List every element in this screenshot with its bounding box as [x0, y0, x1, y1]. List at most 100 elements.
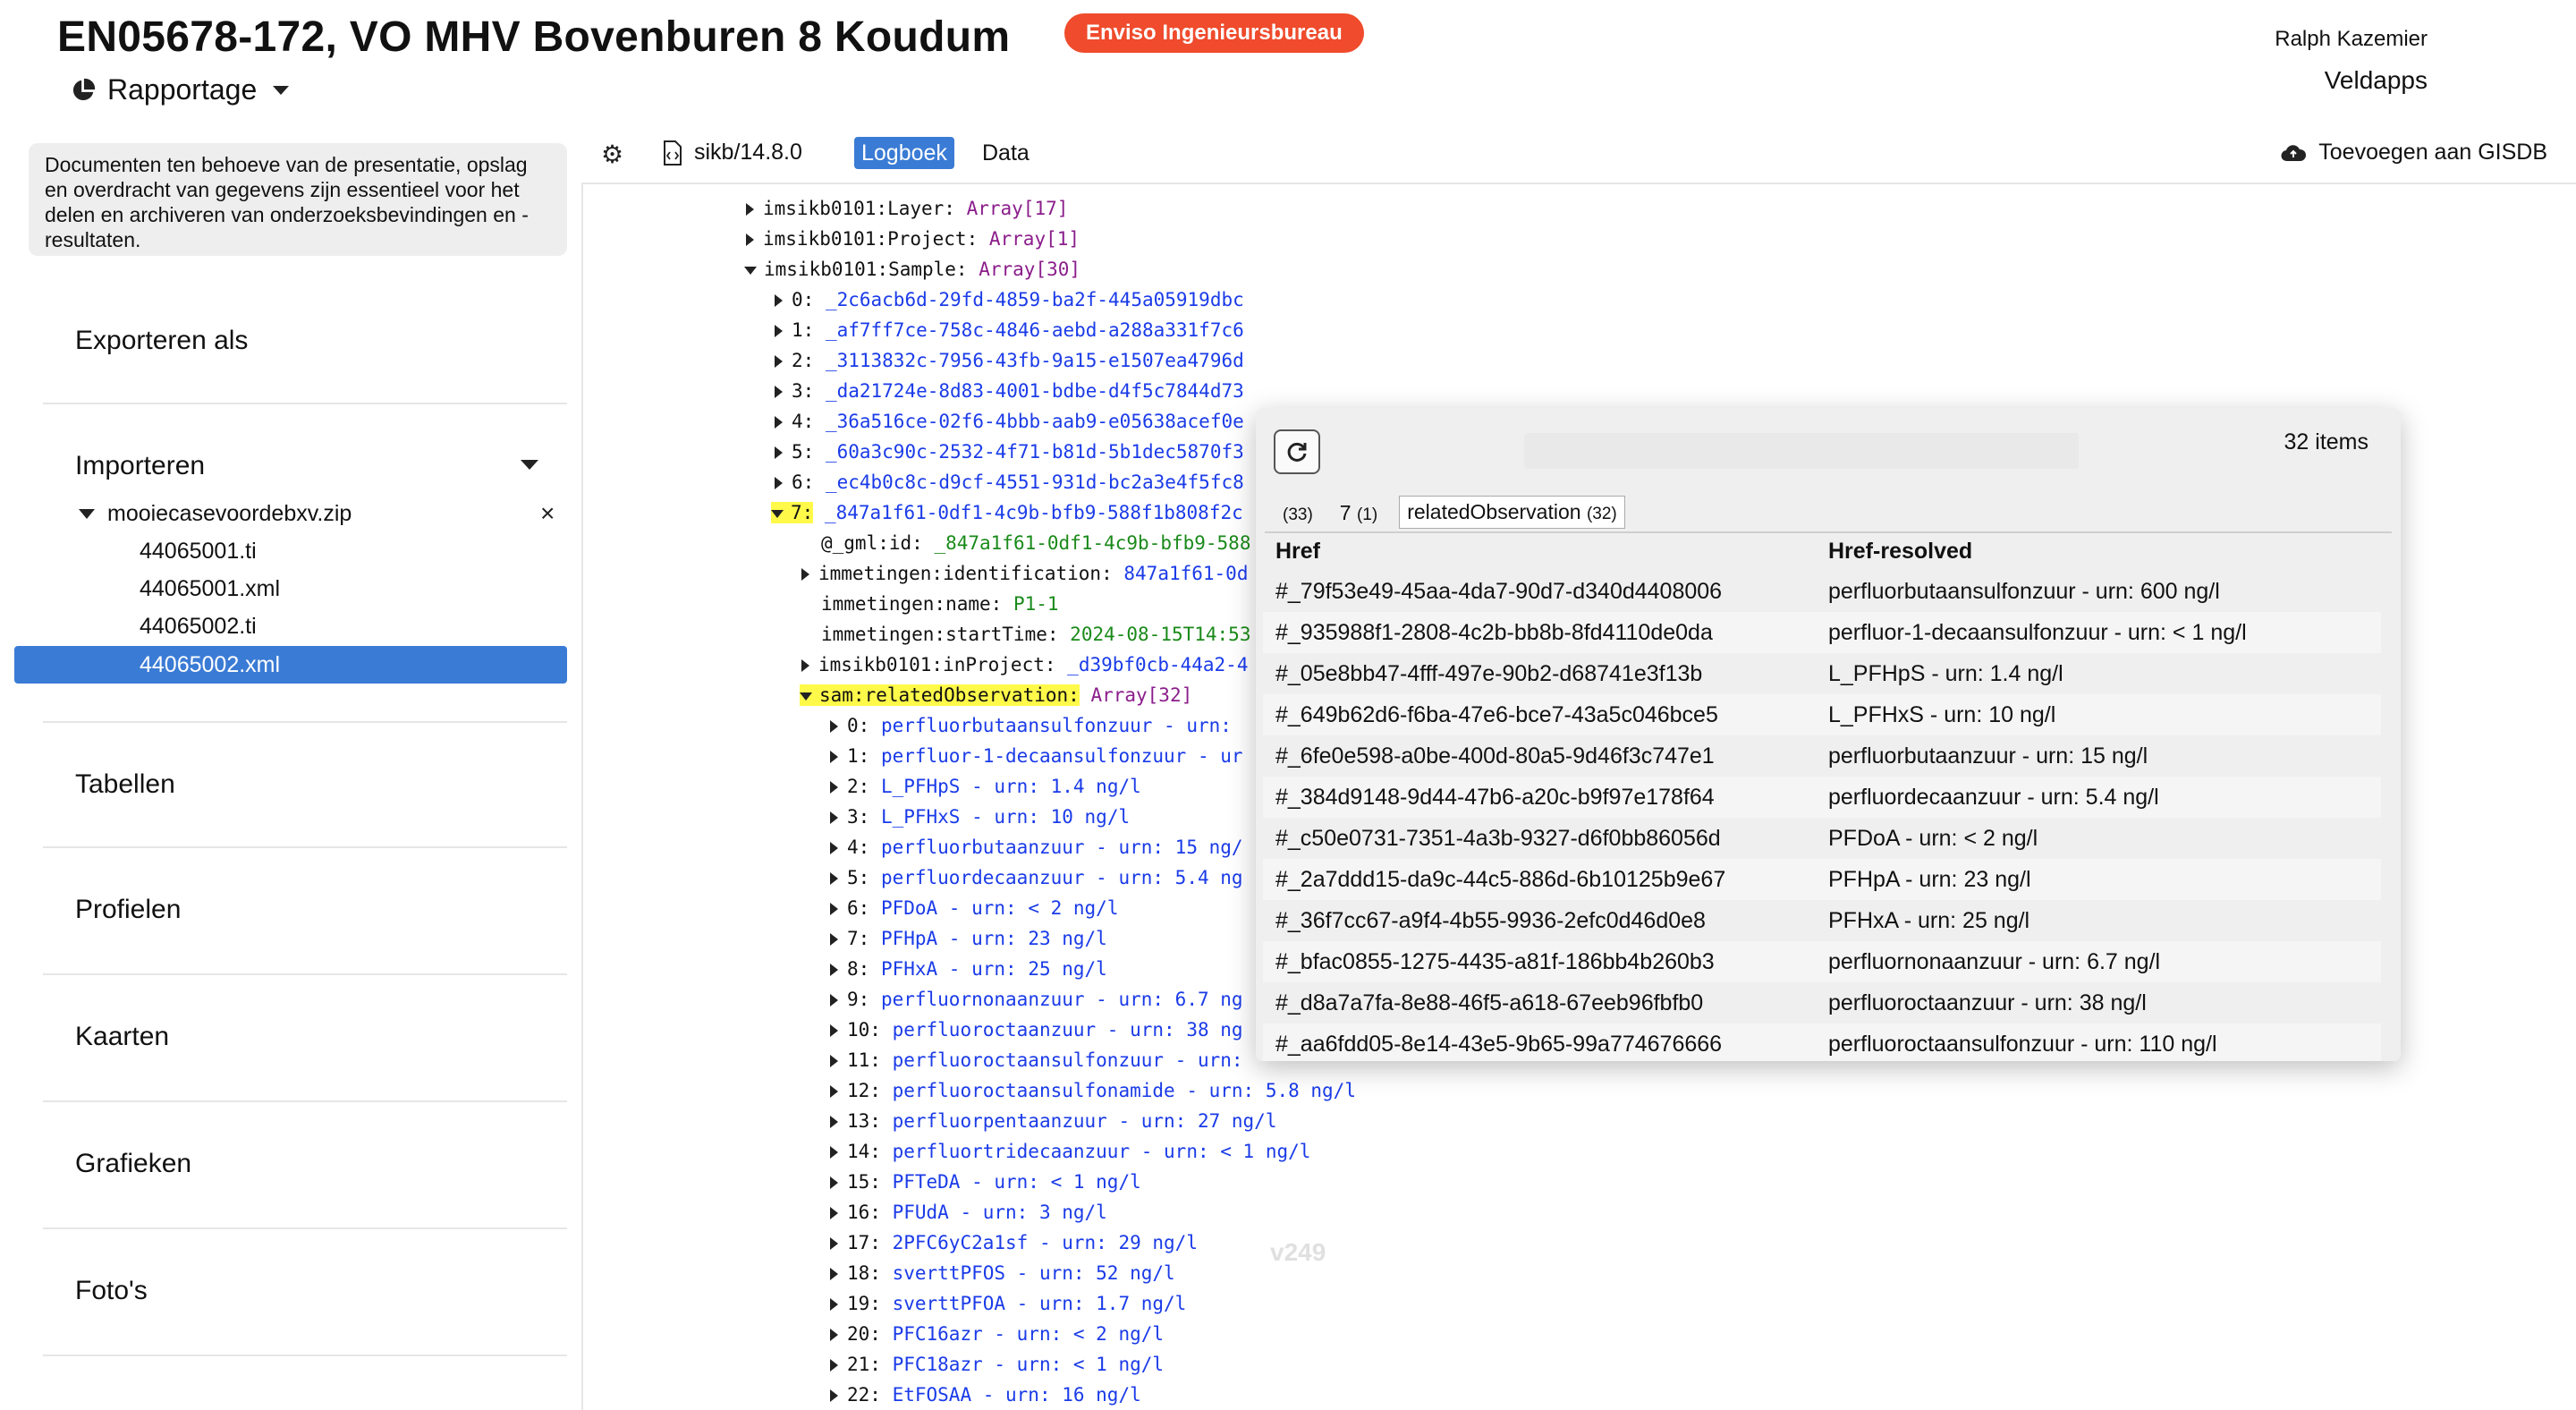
tree-node[interactable]: 5: perfluordecaanzuur - urn: 5.4 ng: [830, 864, 1243, 891]
section-grafieken[interactable]: Grafieken: [75, 1149, 191, 1179]
expand-triangle-icon[interactable]: [830, 1116, 838, 1128]
expand-triangle-icon[interactable]: [775, 446, 783, 459]
close-icon[interactable]: ×: [540, 499, 555, 528]
tab-logboek[interactable]: Logboek: [854, 137, 954, 169]
tree-node[interactable]: 1: _af7ff7ce-758c-4846-aebd-a288a331f7c6: [775, 317, 1244, 344]
expand-triangle-icon[interactable]: [830, 994, 838, 1007]
expand-triangle-icon[interactable]: [775, 386, 783, 398]
user-name[interactable]: Ralph Kazemier: [2275, 27, 2428, 52]
file-item[interactable]: 44065001.xml: [140, 576, 280, 602]
section-tabellen[interactable]: Tabellen: [75, 769, 175, 800]
table-row[interactable]: #_384d9148-9d44-47b6-a20c-b9f97e178f64 pe…: [1263, 777, 2381, 818]
add-to-gisdb-button[interactable]: Toevoegen aan GISDB: [2281, 140, 2547, 166]
expand-triangle-icon[interactable]: [830, 1298, 838, 1311]
expand-triangle-icon[interactable]: [830, 903, 838, 915]
app-name[interactable]: Veldapps: [2325, 66, 2428, 95]
tree-node-layer[interactable]: imsikb0101:Layer: Array[17]: [746, 195, 1068, 222]
table-row[interactable]: #_649b62d6-f6ba-47e6-bce7-43a5c046bce5 L_…: [1263, 694, 2381, 735]
expand-triangle-icon[interactable]: [775, 294, 783, 307]
tree-node[interactable]: 22: EtFOSAA - urn: 16 ng/l: [830, 1381, 1141, 1408]
expand-triangle-icon[interactable]: [830, 1329, 838, 1341]
tree-node[interactable]: 11: perfluoroctaansulfonzuur - urn:: [830, 1047, 1243, 1074]
search-input[interactable]: [1524, 433, 2079, 469]
tree-node[interactable]: 19: sverttPFOA - urn: 1.7 ng/l: [830, 1290, 1186, 1317]
collapse-triangle-icon[interactable]: [771, 509, 784, 518]
table-row[interactable]: #_36f7cc67-a9f4-4b55-9936-2efc0d46d0e8 PF…: [1263, 900, 2381, 941]
tree-node[interactable]: 2: _3113832c-7956-43fb-9a15-e1507ea4796d: [775, 347, 1244, 374]
tab-data[interactable]: Data: [982, 137, 1030, 169]
tree-node[interactable]: 6: _ec4b0c8c-d9cf-4551-931d-bc2a3e4f5fc8: [775, 469, 1244, 496]
export-section[interactable]: Exporteren als: [75, 326, 248, 356]
tree-node[interactable]: 5: _60a3c90c-2532-4f71-b81d-5b1dec5870f3: [775, 438, 1244, 465]
tree-node[interactable]: immetingen:identification: 847a1f61-0d: [801, 560, 1248, 587]
table-row[interactable]: #_6fe0e598-a0be-400d-80a5-9d46f3c747e1 pe…: [1263, 735, 2381, 777]
tree-node[interactable]: 18: sverttPFOS - urn: 52 ng/l: [830, 1260, 1175, 1287]
expand-triangle-icon[interactable]: [830, 1207, 838, 1219]
tree-node[interactable]: 20: PFC16azr - urn: < 2 ng/l: [830, 1321, 1164, 1347]
tree-node[interactable]: 12: perfluoroctaansulfonamide - urn: 5.8…: [830, 1077, 1356, 1104]
tree-node[interactable]: 14: perfluortridecaanzuur - urn: < 1 ng/…: [830, 1138, 1310, 1165]
expand-triangle-icon[interactable]: [746, 234, 754, 246]
expand-triangle-icon[interactable]: [775, 325, 783, 337]
expand-triangle-icon[interactable]: [801, 659, 809, 672]
expand-triangle-icon[interactable]: [830, 1389, 838, 1402]
section-kaarten[interactable]: Kaarten: [75, 1022, 169, 1052]
tree-node-related[interactable]: sam:relatedObservation: Array[32]: [800, 682, 1192, 709]
column-header-href-resolved[interactable]: Href-resolved: [1828, 539, 1972, 565]
tree-node[interactable]: 1: perfluor-1-decaansulfonzuur - ur: [830, 743, 1243, 769]
collapse-triangle-icon[interactable]: [800, 692, 812, 701]
tree-node[interactable]: imsikb0101:inProject: _d39bf0cb-44a2-4: [801, 651, 1248, 678]
file-item[interactable]: 44065002.ti: [140, 614, 257, 640]
tree-node[interactable]: 0: _2c6acb6d-29fd-4859-ba2f-445a05919dbc: [775, 286, 1244, 313]
tree-node[interactable]: 21: PFC18azr - urn: < 1 ng/l: [830, 1351, 1164, 1378]
tree-node[interactable]: 2: L_PFHpS - urn: 1.4 ng/l: [830, 773, 1141, 800]
tree-node[interactable]: 9: perfluornonaanzuur - urn: 6.7 ng: [830, 986, 1243, 1013]
zip-tree-item[interactable]: mooiecasevoordebxv.zip: [79, 501, 352, 527]
expand-triangle-icon[interactable]: [830, 1268, 838, 1280]
tree-node[interactable]: 16: PFUdA - urn: 3 ng/l: [830, 1199, 1107, 1226]
expand-triangle-icon[interactable]: [746, 203, 754, 216]
expand-triangle-icon[interactable]: [830, 842, 838, 854]
gear-icon[interactable]: ⚙: [601, 140, 623, 169]
file-item[interactable]: 44065001.ti: [140, 539, 257, 565]
tree-node[interactable]: 17: 2PFC6yC2a1sf - urn: 29 ng/l: [830, 1229, 1198, 1256]
expand-triangle-icon[interactable]: [79, 509, 95, 519]
tree-node[interactable]: 0: perfluorbutaansulfonzuur - urn:: [830, 712, 1232, 739]
table-row[interactable]: #_2a7ddd15-da9c-44c5-886d-6b10125b9e67 PF…: [1263, 859, 2381, 900]
tree-node-selected[interactable]: 7: _847a1f61-0df1-4c9b-bfb9-588f1b808f2c: [771, 499, 1243, 526]
table-row[interactable]: #_bfac0855-1275-4435-a81f-186bb4b260b3 pe…: [1263, 941, 2381, 982]
table-row[interactable]: #_d8a7a7fa-8e88-46f5-a618-67eeb96fbfb0 pe…: [1263, 982, 2381, 1024]
tree-node-project[interactable]: imsikb0101:Project: Array[1]: [746, 225, 1080, 252]
schema-file[interactable]: sikb/14.8.0: [662, 140, 802, 166]
tree-node[interactable]: 7: PFHpA - urn: 23 ng/l: [830, 925, 1107, 952]
tab-related-observation[interactable]: relatedObservation (32): [1399, 496, 1625, 529]
expand-triangle-icon[interactable]: [830, 781, 838, 794]
tree-node-sample[interactable]: imsikb0101:Sample: Array[30]: [744, 256, 1080, 283]
table-row[interactable]: #_79f53e49-45aa-4da7-90d7-d340d4408006 pe…: [1263, 571, 2381, 612]
expand-triangle-icon[interactable]: [830, 1024, 838, 1037]
expand-triangle-icon[interactable]: [830, 720, 838, 733]
expand-triangle-icon[interactable]: [830, 811, 838, 824]
tree-node[interactable]: 3: _da21724e-8d83-4001-bdbe-d4f5c7844d73: [775, 378, 1244, 404]
tree-node[interactable]: 15: PFTeDA - urn: < 1 ng/l: [830, 1168, 1141, 1195]
expand-triangle-icon[interactable]: [830, 751, 838, 763]
expand-triangle-icon[interactable]: [775, 416, 783, 429]
expand-triangle-icon[interactable]: [830, 1055, 838, 1067]
tab-root[interactable]: (33): [1277, 497, 1318, 529]
expand-triangle-icon[interactable]: [830, 964, 838, 976]
section-fotos[interactable]: Foto's: [75, 1276, 148, 1306]
chevron-down-icon[interactable]: [521, 460, 538, 470]
tree-node[interactable]: 10: perfluoroctaanzuur - urn: 38 ng: [830, 1016, 1243, 1043]
expand-triangle-icon[interactable]: [801, 568, 809, 581]
table-row[interactable]: #_935988f1-2808-4c2b-bb8b-8fd4110de0da pe…: [1263, 612, 2381, 653]
expand-triangle-icon[interactable]: [775, 355, 783, 368]
expand-triangle-icon[interactable]: [830, 1237, 838, 1250]
tree-node[interactable]: 13: perfluorpentaanzuur - urn: 27 ng/l: [830, 1108, 1276, 1134]
table-row[interactable]: #_aa6fdd05-8e14-43e5-9b65-99a774676666 pe…: [1263, 1024, 2381, 1061]
rapportage-menu[interactable]: Rapportage: [70, 73, 290, 106]
tree-node[interactable]: 4: _36a516ce-02f6-4bbb-aab9-e05638acef0e: [775, 408, 1244, 435]
tree-node[interactable]: 3: L_PFHxS - urn: 10 ng/l: [830, 803, 1130, 830]
expand-triangle-icon[interactable]: [830, 1176, 838, 1189]
tree-node[interactable]: 6: PFDoA - urn: < 2 ng/l: [830, 895, 1118, 922]
expand-triangle-icon[interactable]: [830, 1146, 838, 1159]
